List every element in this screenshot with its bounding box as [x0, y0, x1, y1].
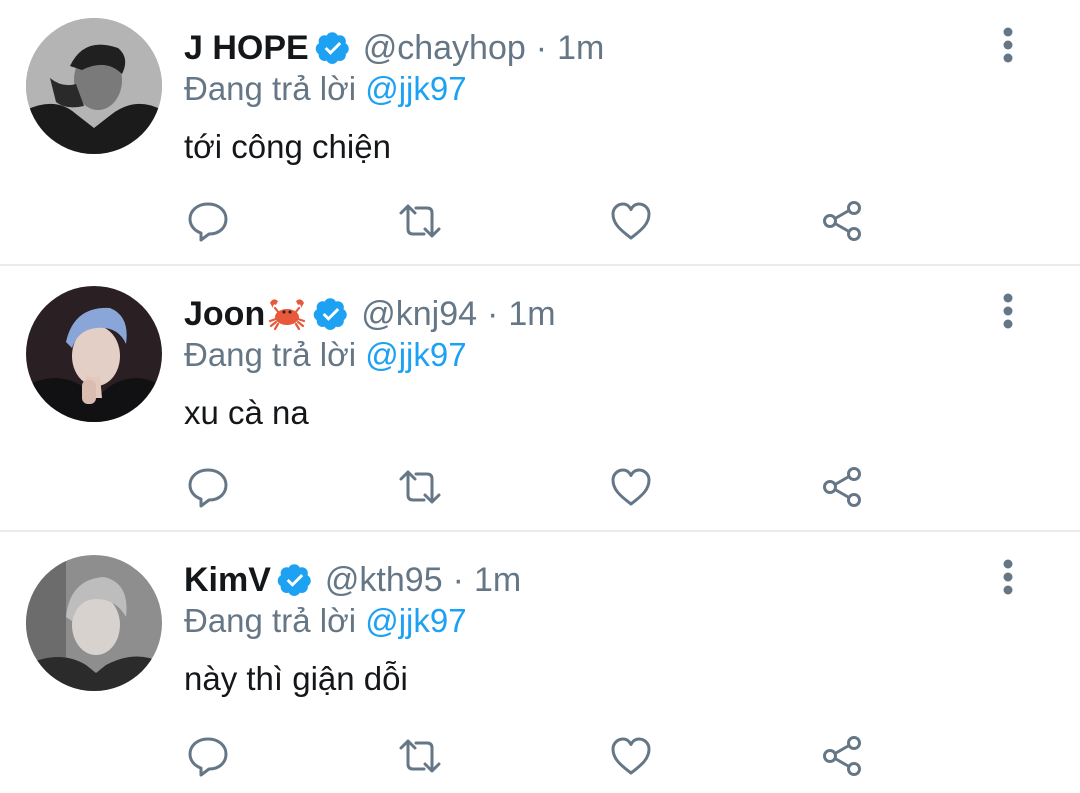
separator: · [452, 560, 464, 599]
tweet[interactable]: Joon @knj94 · 1m Đang trả lời @jjk97 xu … [0, 266, 1080, 532]
tweet-text: xu cà na [184, 394, 309, 431]
retweet-icon[interactable] [398, 465, 442, 509]
timestamp[interactable]: 1m [474, 561, 521, 600]
reply-mention-link[interactable]: @jjk97 [365, 70, 466, 107]
reply-icon[interactable] [186, 199, 230, 243]
display-name[interactable]: Joon [184, 295, 265, 334]
tweet[interactable]: KimV @kth95 · 1m Đang trả lời @jjk97 này… [0, 532, 1080, 793]
share-icon[interactable] [820, 199, 864, 243]
avatar[interactable] [26, 286, 162, 422]
separator: · [535, 28, 548, 67]
more-vertical-icon[interactable] [992, 24, 1024, 68]
more-vertical-icon[interactable] [992, 556, 1024, 600]
separator: · [487, 294, 499, 333]
replying-to: Đang trả lời @jjk97 [184, 602, 467, 640]
replying-to: Đang trả lời @jjk97 [184, 336, 467, 374]
display-name[interactable]: KimV [184, 561, 271, 600]
tweet-actions [0, 199, 1080, 243]
tweet-actions [0, 465, 1080, 509]
handle[interactable]: @knj94 [361, 295, 477, 334]
tweet[interactable]: J HOPE @chayhop · 1m Đang trả lời @jjk97… [0, 0, 1080, 266]
verified-badge-icon [277, 562, 313, 598]
like-icon[interactable] [609, 199, 653, 243]
avatar[interactable] [26, 555, 162, 691]
display-name[interactable]: J HOPE [184, 29, 309, 68]
handle[interactable]: @chayhop [363, 29, 526, 68]
like-icon[interactable] [609, 734, 653, 778]
tweet-actions [0, 734, 1080, 778]
more-vertical-icon[interactable] [992, 290, 1024, 334]
verified-badge-icon [315, 30, 351, 66]
reply-mention-link[interactable]: @jjk97 [365, 336, 466, 373]
reply-icon[interactable] [186, 734, 230, 778]
reply-mention-link[interactable]: @jjk97 [365, 602, 466, 639]
tweet-text: tới công chiện [184, 128, 391, 165]
tweet-header: KimV @kth95 · 1m [184, 558, 521, 602]
tweet-text: này thì giận dỗi [184, 660, 408, 697]
like-icon[interactable] [609, 465, 653, 509]
replying-label: Đang trả lời [184, 602, 357, 639]
retweet-icon[interactable] [398, 734, 442, 778]
timestamp[interactable]: 1m [557, 29, 604, 68]
avatar[interactable] [26, 18, 162, 154]
share-icon[interactable] [820, 465, 864, 509]
share-icon[interactable] [820, 734, 864, 778]
verified-badge-icon [313, 296, 349, 332]
reply-icon[interactable] [186, 465, 230, 509]
retweet-icon[interactable] [398, 199, 442, 243]
handle[interactable]: @kth95 [325, 561, 443, 600]
replying-to: Đang trả lời @jjk97 [184, 70, 467, 108]
crab-emoji-icon [267, 297, 307, 331]
replying-label: Đang trả lời [184, 70, 357, 107]
tweet-header: J HOPE @chayhop · 1m [184, 26, 604, 70]
replying-label: Đang trả lời [184, 336, 357, 373]
timestamp[interactable]: 1m [508, 295, 555, 334]
tweet-header: Joon @knj94 · 1m [184, 292, 556, 336]
